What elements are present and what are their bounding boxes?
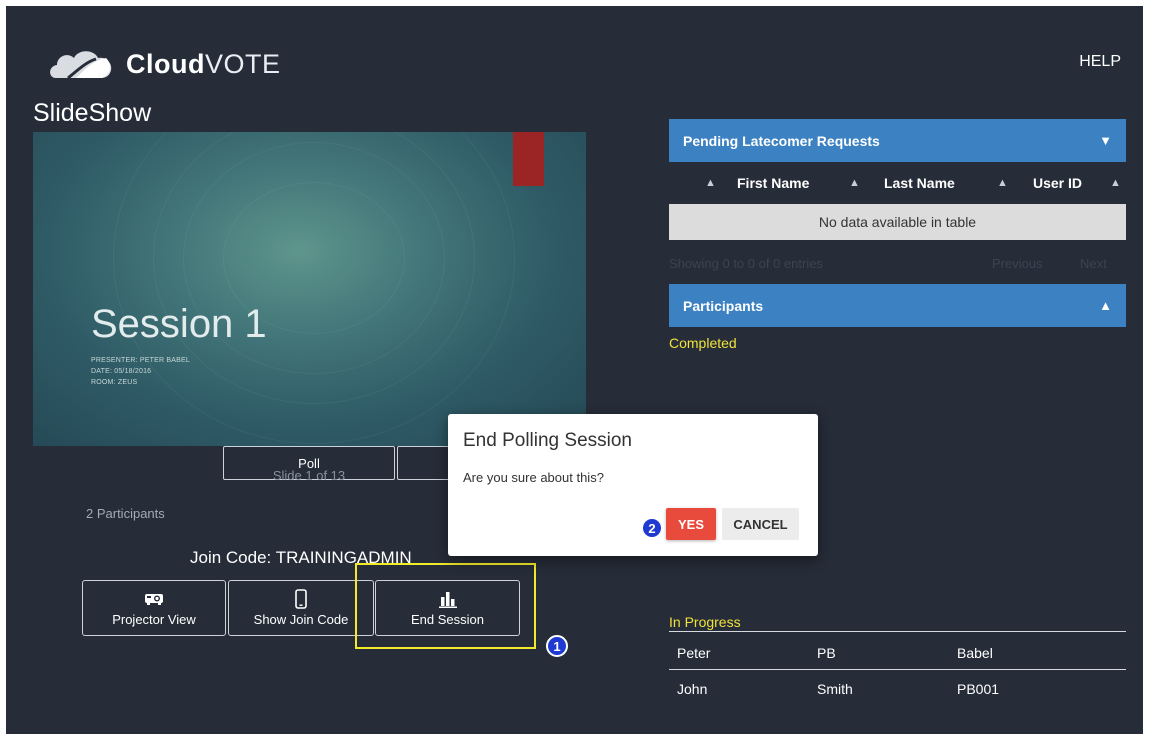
app-window: CloudVOTE HELP SlideShow Session 1 PRESE…: [6, 6, 1143, 734]
slide-presenter: PRESENTER: PETER BABEL: [91, 357, 190, 364]
table-divider: [669, 631, 1126, 632]
dialog-title: End Polling Session: [463, 430, 632, 451]
end-session-highlight: [355, 563, 536, 649]
dialog-message: Are you sure about this?: [463, 470, 604, 485]
pending-table-header: ▲ First Name ▲︎ Last Name ▲︎ User ID ▲︎: [669, 162, 1126, 204]
cancel-button[interactable]: CANCEL: [722, 508, 799, 540]
col-last-name[interactable]: Last Name: [884, 162, 955, 204]
slide-preview: Session 1 PRESENTER: PETER BABEL DATE: 0…: [33, 132, 586, 446]
participant-cell: PB001: [957, 681, 1000, 697]
in-progress-label: In Progress: [669, 614, 741, 630]
logo: CloudVOTE: [46, 44, 281, 84]
pending-requests-header[interactable]: Pending Latecomer Requests ▼: [669, 119, 1126, 162]
table-divider: [669, 669, 1126, 670]
table-info-row: Showing 0 to 0 of 0 entries Previous Nex…: [669, 256, 1126, 274]
sort-both-icon[interactable]: ▲︎: [1110, 162, 1121, 204]
logo-bold-text: Cloud: [126, 48, 205, 79]
participant-cell: Smith: [817, 681, 853, 697]
projector-icon: [144, 589, 164, 609]
yes-button[interactable]: YES: [666, 508, 716, 540]
slide-accent-tab: [513, 132, 544, 186]
show-join-code-label: Show Join Code: [253, 612, 349, 627]
participant-cell: Babel: [957, 645, 993, 661]
logo-light-text: VOTE: [204, 48, 281, 79]
show-join-code-button[interactable]: Show Join Code: [228, 580, 374, 636]
sort-asc-icon[interactable]: ▲: [705, 162, 716, 204]
participants-count: 2 Participants: [86, 506, 165, 521]
next-page-link[interactable]: Next: [1080, 256, 1107, 271]
page-title: SlideShow: [33, 99, 152, 127]
previous-page-link[interactable]: Previous: [992, 256, 1043, 271]
pending-requests-title: Pending Latecomer Requests: [683, 132, 880, 149]
completed-label: Completed: [669, 335, 737, 351]
participant-cell: Peter: [677, 645, 711, 661]
empty-table-message: No data available in table: [669, 204, 1126, 240]
participants-header[interactable]: Participants ▲: [669, 284, 1126, 327]
collapse-down-icon[interactable]: ▼: [1099, 133, 1112, 148]
slide-date: DATE: 05/18/2016: [91, 368, 152, 375]
sort-both-icon[interactable]: ▲︎: [997, 162, 1008, 204]
col-first-name[interactable]: First Name: [737, 162, 809, 204]
projector-view-button[interactable]: Projector View: [82, 580, 226, 636]
participant-cell: PB: [817, 645, 836, 661]
sort-both-icon[interactable]: ▲︎: [849, 162, 860, 204]
slide-title: Session 1: [91, 302, 267, 346]
participants-title: Participants: [683, 297, 764, 314]
participant-cell: John: [677, 681, 708, 697]
help-link[interactable]: HELP: [1079, 53, 1121, 71]
projector-view-label: Projector View: [112, 612, 196, 627]
slide-counter: Slide 1 of 13: [272, 468, 346, 483]
step-1-badge: 1: [546, 635, 568, 657]
table-info-text: Showing 0 to 0 of 0 entries: [669, 256, 823, 271]
collapse-up-icon[interactable]: ▲: [1099, 298, 1112, 313]
col-user-id[interactable]: User ID: [1033, 162, 1082, 204]
phone-icon: [295, 589, 307, 609]
step-2-badge: 2: [641, 517, 663, 539]
cloud-logo-icon: [50, 51, 112, 80]
slide-room: ROOM: ZEUS: [91, 379, 138, 386]
end-polling-dialog: End Polling Session Are you sure about t…: [448, 414, 818, 556]
